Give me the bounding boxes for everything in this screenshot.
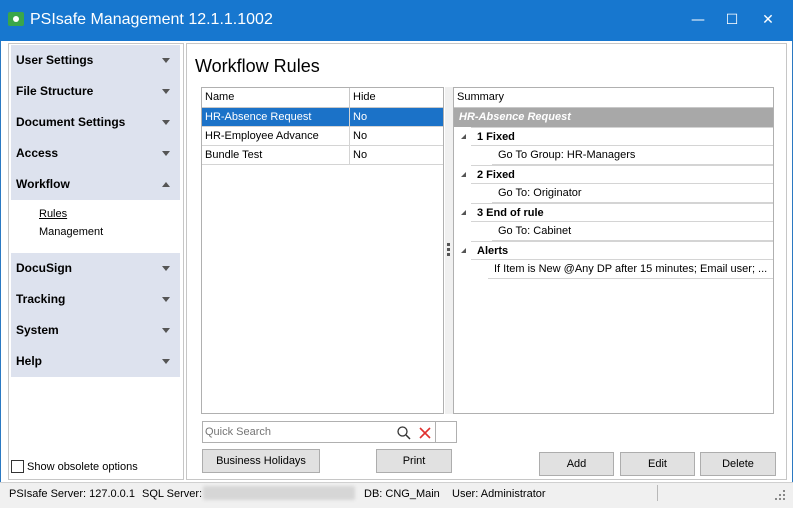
page-title: Workflow Rules [195,56,320,76]
search-extra-box[interactable] [436,421,457,443]
sidebar-item-label: Workflow [16,177,70,191]
show-obsolete-label: Show obsolete options [27,461,138,473]
edit-button[interactable]: Edit [620,452,695,476]
sidebar-item-document-settings[interactable]: Document Settings [11,107,180,138]
table-row[interactable]: HR-Absence Request No [202,108,443,127]
app-logo-icon [8,12,24,26]
summary-group[interactable]: 2 Fixed [454,165,773,184]
summary-header: Summary [454,88,773,108]
grip-icon [447,253,450,256]
summary-group[interactable]: 1 Fixed [454,127,773,146]
sidebar-item-label: Document Settings [16,115,126,129]
chevron-down-icon [162,151,170,156]
sidebar-item-tracking[interactable]: Tracking [11,284,180,315]
sidebar-item-label: Access [16,146,59,160]
delete-button[interactable]: Delete [700,452,776,476]
sidebar-subitem-management[interactable]: Management [39,226,103,238]
quick-search-box[interactable] [202,421,436,443]
rule-hide-cell: No [350,108,443,127]
grip-icon [447,248,450,251]
rule-name-cell: Bundle Test [202,146,350,165]
summary-group[interactable]: Alerts [454,241,773,260]
summary-group-label: 3 End of rule [471,203,773,222]
title-bar: PSIsafe Management 12.1.1.1002 — ☐ ✕ [0,0,793,41]
sidebar-item-label: System [16,323,59,337]
rules-table: Name Hide HR-Absence Request No HR-Emplo… [201,87,444,414]
panel-splitter[interactable] [445,87,453,414]
search-icon[interactable] [396,425,412,441]
sidebar-subitem-rules[interactable]: Rules [39,208,67,220]
summary-detail: If Item is New @Any DP after 15 minutes;… [488,260,773,279]
rule-name-cell: HR-Employee Advance [202,127,350,146]
summary-panel: Summary HR-Absence Request 1 Fixed Go To… [453,87,774,414]
chevron-down-icon [162,58,170,63]
clear-icon[interactable] [417,425,433,441]
rule-name-cell: HR-Absence Request [202,108,350,127]
sidebar-item-label: Help [16,354,43,368]
minimize-button[interactable]: — [683,8,713,32]
sidebar-item-user-settings[interactable]: User Settings [11,45,180,76]
sidebar-item-label: Tracking [16,292,66,306]
grip-icon [447,243,450,246]
maximize-button[interactable]: ☐ [717,8,747,32]
rule-hide-cell: No [350,127,443,146]
print-button[interactable]: Print [376,449,452,473]
summary-group[interactable]: 3 End of rule [454,203,773,222]
table-row[interactable]: HR-Employee Advance No [202,127,443,146]
sidebar-item-label: File Structure [16,84,94,98]
collapse-triangle-icon[interactable] [461,172,466,177]
status-bar: PSIsafe Server: 127.0.0.1 SQL Server: DB… [0,482,793,508]
sidebar-bottom-groups: DocuSign Tracking System Help [11,253,180,377]
search-input[interactable] [205,424,393,440]
summary-group-label: Alerts [471,241,773,260]
sidebar-top-groups: User Settings File Structure Document Se… [11,45,180,200]
show-obsolete-checkbox[interactable] [11,460,24,473]
status-divider [657,485,658,501]
chevron-down-icon [162,120,170,125]
summary-detail: Go To: Cabinet [492,222,773,241]
rule-hide-cell: No [350,146,443,165]
status-server: PSIsafe Server: 127.0.0.1 [9,488,135,500]
chevron-down-icon [162,89,170,94]
window-title: PSIsafe Management 12.1.1.1002 [30,11,273,28]
summary-group-label: 2 Fixed [471,165,773,184]
sidebar-item-system[interactable]: System [11,315,180,346]
business-holidays-button[interactable]: Business Holidays [202,449,320,473]
status-db: DB: CNG_Main [364,488,440,500]
chevron-down-icon [162,328,170,333]
summary-detail: Go To: Originator [492,184,773,203]
chevron-down-icon [162,266,170,271]
close-button[interactable]: ✕ [753,8,783,32]
chevron-down-icon [162,297,170,302]
sidebar-item-file-structure[interactable]: File Structure [11,76,180,107]
column-header-hide[interactable]: Hide [350,88,443,108]
sidebar-item-label: User Settings [16,53,94,67]
chevron-down-icon [162,359,170,364]
summary-detail: Go To Group: HR-Managers [492,146,773,165]
status-sql-label: SQL Server: [142,488,203,500]
sidebar-item-help[interactable]: Help [11,346,180,377]
collapse-triangle-icon[interactable] [461,210,466,215]
column-header-name[interactable]: Name [202,88,350,108]
sql-server-value-redacted [203,486,355,500]
sidebar-item-access[interactable]: Access [11,138,180,169]
sidebar-item-label: DocuSign [16,261,72,275]
summary-group-label: 1 Fixed [471,127,773,146]
sidebar-item-workflow[interactable]: Workflow [11,169,180,200]
collapse-triangle-icon[interactable] [461,248,466,253]
sidebar-item-docusign[interactable]: DocuSign [11,253,180,284]
add-button[interactable]: Add [539,452,614,476]
chevron-up-icon [162,182,170,187]
table-row[interactable]: Bundle Test No [202,146,443,165]
summary-title: HR-Absence Request [454,108,773,127]
collapse-triangle-icon[interactable] [461,134,466,139]
status-user: User: Administrator [452,488,546,500]
resize-grip-icon[interactable] [774,489,786,501]
